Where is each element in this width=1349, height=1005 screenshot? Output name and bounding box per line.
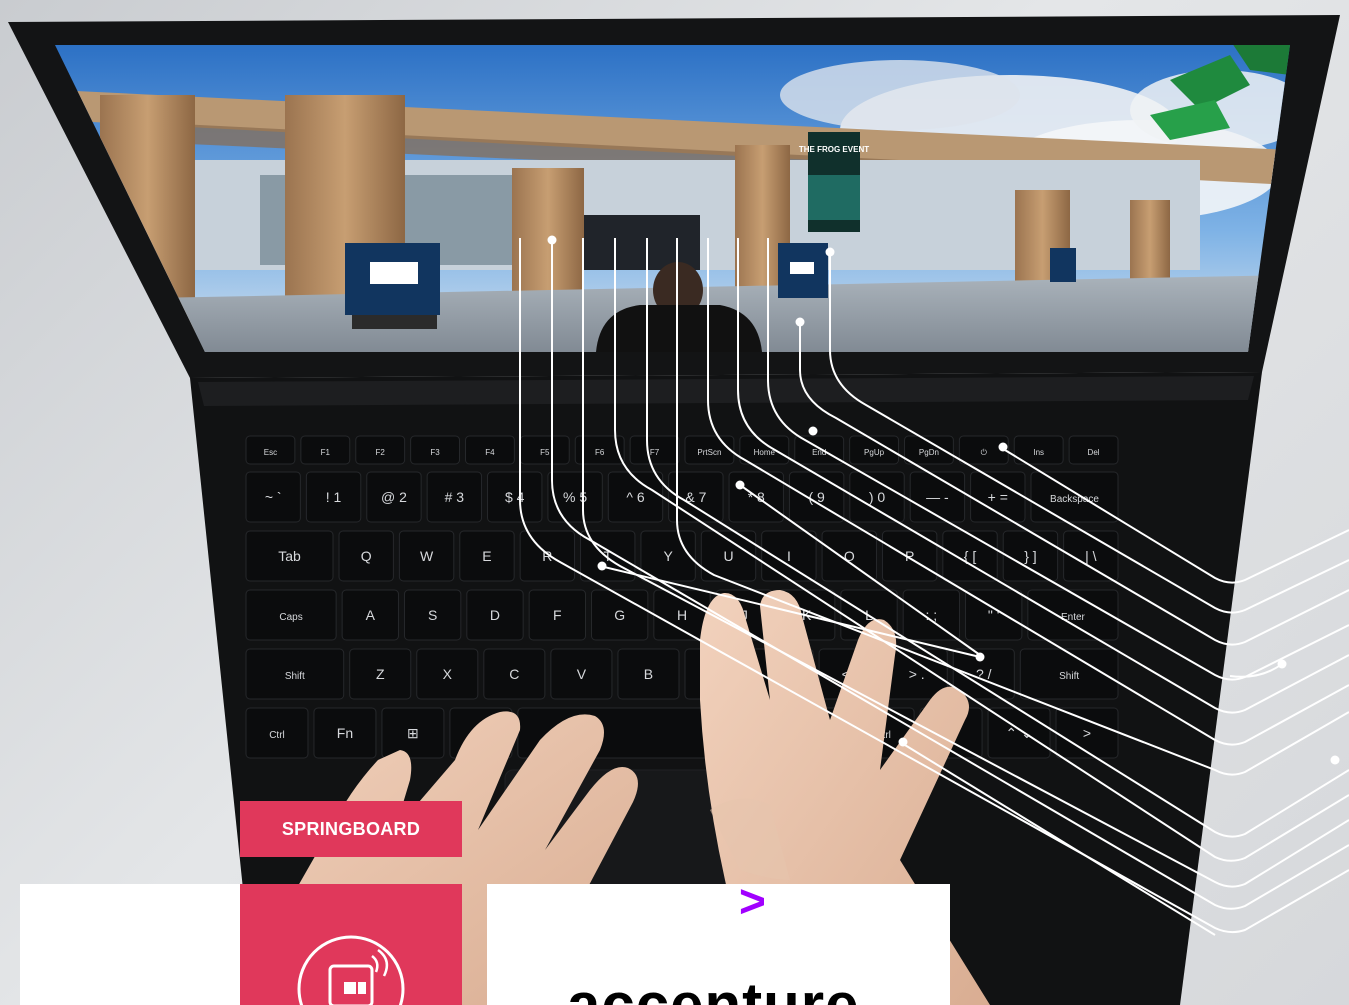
- keyboard-key-label: F3: [430, 448, 440, 457]
- connector-dot: [825, 247, 835, 257]
- wood-pillar: [1130, 200, 1170, 280]
- keyboard-key-label: F2: [376, 448, 386, 457]
- connector-dot: [597, 561, 607, 571]
- keyboard-key-label: G: [614, 607, 625, 623]
- keyboard-key-label: F4: [485, 448, 495, 457]
- display-kiosk: [1050, 248, 1076, 282]
- keyboard-key-label: X: [443, 666, 453, 682]
- connector-dot: [998, 442, 1008, 452]
- keyboard-key-label: + =: [988, 489, 1008, 505]
- connector-dot: [975, 652, 985, 662]
- keyboard-key-label: F5: [540, 448, 550, 457]
- laptop-photo-scene: THE FROG EVENT Esc F1 F2 F3 F4 F5 F6 F7 PrtScn Ho…: [8, 15, 1349, 1005]
- keyboard-key-label: ^ 6: [626, 489, 644, 505]
- smart-home-icon: [297, 935, 405, 1005]
- keyboard-key-label: Caps: [279, 612, 302, 623]
- partner-logo-card-springboard: [240, 884, 462, 1005]
- keyboard-key-label: @ 2: [381, 489, 407, 505]
- keyboard-key-label: # 3: [445, 489, 465, 505]
- connector-dot: [735, 480, 745, 490]
- partner-logo-card-accenture: > accenture: [487, 884, 950, 1005]
- keyboard-key-label: PrtScn: [697, 448, 721, 457]
- keyboard-key-label: B: [644, 666, 653, 682]
- keyboard-key-label: | \: [1085, 548, 1097, 564]
- accenture-wordmark: accenture: [567, 971, 860, 1005]
- svg-text:THE FROG EVENT: THE FROG EVENT: [799, 145, 869, 154]
- keyboard-key-label: Enter: [1061, 612, 1086, 623]
- accenture-mark: >: [739, 884, 766, 927]
- keyboard-key-label: ⊞: [407, 725, 419, 741]
- keyboard-key-label: Esc: [264, 448, 277, 457]
- connector-dot: [1277, 659, 1287, 669]
- keyboard-key-label: Shift: [1059, 671, 1079, 682]
- virtual-event-screen: THE FROG EVENT: [55, 45, 1290, 352]
- partner-logo-card-left: [20, 884, 240, 1005]
- connector-dot: [898, 737, 908, 747]
- keyboard-key-label: ⏻: [981, 448, 988, 457]
- keyboard-key-label: F7: [650, 448, 660, 457]
- keyboard-key-label: — -: [926, 489, 949, 505]
- keyboard-key-label: F: [553, 607, 562, 623]
- keyboard-key-label: F6: [595, 448, 605, 457]
- keyboard-key-label: Del: [1088, 448, 1100, 457]
- keyboard-key-label: Shift: [285, 671, 305, 682]
- connector-dot: [795, 317, 805, 327]
- keyboard-key-label: Tab: [278, 548, 301, 564]
- keyboard-key-label: > .: [909, 666, 925, 682]
- keyboard-key-label: Y: [663, 548, 673, 564]
- keyboard-key-label: ) 0: [869, 489, 886, 505]
- keyboard-key-label: ⌃ ⌄: [1005, 725, 1032, 741]
- keyboard-key-label: PgDn: [919, 448, 939, 457]
- keyboard-key-label: S: [428, 607, 437, 623]
- keyboard-key-label: F1: [321, 448, 331, 457]
- keyboard-key-label: E: [482, 548, 491, 564]
- keyboard-key-label: U: [723, 548, 733, 564]
- keyboard-key-label: A: [366, 607, 376, 623]
- keyboard-key-label: PgUp: [864, 448, 885, 457]
- connector-dot: [808, 426, 818, 436]
- springboard-badge: SPRINGBOARD: [240, 801, 462, 857]
- keyboard-key-label: ~ `: [265, 489, 282, 505]
- keyboard-key-label: Fn: [337, 725, 353, 741]
- keyboard-key-label: V: [577, 666, 587, 682]
- keyboard-key-label: Ins: [1033, 448, 1044, 457]
- keyboard-key-label: End: [812, 448, 826, 457]
- keyboard-key-label: $ 4: [505, 489, 525, 505]
- keyboard-key-label: Ctrl: [269, 730, 285, 741]
- keyboard-key-label: I: [787, 548, 791, 564]
- keyboard-key-label: } ]: [1024, 548, 1036, 564]
- connector-dot: [547, 235, 557, 245]
- keyboard-key-label: Q: [361, 548, 372, 564]
- keyboard-key-label: Z: [376, 666, 385, 682]
- event-banner: THE FROG EVENT: [799, 132, 869, 232]
- keyboard-key-label: >: [1083, 725, 1091, 741]
- keyboard-key-label: W: [420, 548, 434, 564]
- keyboard-key-label: C: [509, 666, 519, 682]
- keyboard-key-label: D: [490, 607, 500, 623]
- keyboard-key-label: H: [677, 607, 687, 623]
- connector-dot: [1330, 755, 1340, 765]
- keyboard-key-label: ! 1: [326, 489, 342, 505]
